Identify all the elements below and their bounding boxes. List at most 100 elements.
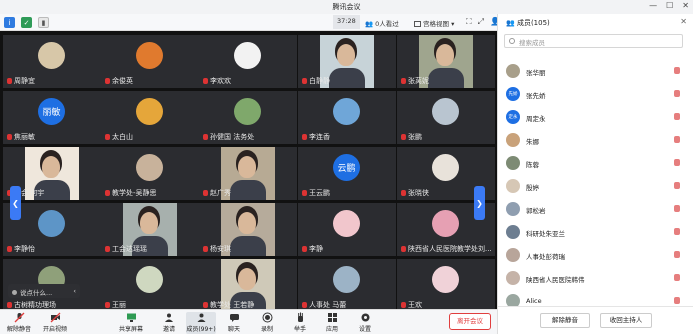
mic-muted-icon[interactable] [674,182,680,189]
video-tile[interactable]: 白静静 [298,35,396,88]
member-list-item[interactable]: 先娇 张先娇 [498,85,693,108]
expand-icon[interactable]: ⤢ [478,17,484,27]
video-tile[interactable]: 赵广秀 [199,147,297,200]
mic-muted-icon[interactable] [674,251,680,258]
mic-muted-icon[interactable] [674,205,680,212]
member-list-item[interactable]: 郭松岩 [498,200,693,223]
prev-page-button[interactable]: ❮ [10,186,21,220]
minimize-button[interactable]: — [649,1,657,10]
mic-muted-icon[interactable] [674,113,680,120]
viewer-count[interactable]: 👥 0人看过 [365,18,399,28]
video-tile[interactable]: 人事处 马蕾 [298,259,396,309]
member-name: 人事处彭荷瑞 [526,253,565,261]
close-button[interactable]: ✕ [682,1,689,10]
member-name: 张先娇 [526,92,546,100]
member-list-item[interactable]: 殷婷 [498,177,693,200]
mic-muted-icon[interactable] [674,297,680,304]
bottom-toolbar: 解除静音 开启视频 共享屏幕 邀请 成员(99+) 聊天 录制 举手 应用 设置… [0,309,497,334]
video-tile[interactable]: 教学处-吴静思 [101,147,199,200]
members-panel-title: 👥 成员(105) [506,19,550,27]
participant-name-text: 杨安琪 [210,245,231,253]
video-tile[interactable]: 王欢 [397,259,495,309]
mic-muted-icon[interactable] [674,67,680,74]
member-search-input[interactable]: 搜索成员 [504,34,683,48]
video-tile[interactable]: 工会达瑶瑶 [101,203,199,256]
video-tile[interactable]: 李欢欢 [199,35,297,88]
participant-name-text: 人事处 马蕾 [309,301,347,309]
participant-name-text: 李欢欢 [210,77,231,85]
video-tile[interactable]: 余俊英 [101,35,199,88]
video-tile[interactable]: 周静宜 [3,35,101,88]
unmute-all-button[interactable]: 解除静音 [540,313,590,328]
avatar [506,133,520,147]
participant-name: 杨安琪 [203,244,231,254]
video-tile[interactable]: 太白山 [101,91,199,144]
mic-muted-icon[interactable] [674,90,680,97]
member-list-item[interactable]: 朱娜 [498,131,693,154]
member-name: 殷婷 [526,184,539,192]
apps-grid-icon [327,313,337,322]
video-tile[interactable]: 云鹏 王云鹏 [298,147,396,200]
mic-muted-icon[interactable] [674,274,680,281]
mic-muted-icon [7,78,12,84]
member-list-item[interactable]: 科研处朱亚兰 [498,223,693,246]
reclaim-host-button[interactable]: 收回主持人 [600,313,652,328]
mic-muted-icon [401,134,406,140]
mic-muted-icon [7,302,12,308]
participant-name-text: 张鹏 [408,133,422,141]
member-list-item[interactable]: 定永 周定永 [498,108,693,131]
video-tile[interactable]: 张鹏 [397,91,495,144]
video-tile[interactable]: 孙健国 法务处 [199,91,297,144]
video-tile[interactable]: 张莴妮 [397,35,495,88]
record-button[interactable]: 录制 [257,312,277,334]
participant-name: 人事处 马蕾 [302,300,346,309]
participant-name: 王云鹏 [302,188,330,198]
raise-hand-button[interactable]: 举手 [290,312,310,334]
participant-body [230,180,266,200]
start-video-button[interactable]: 开启视频 [42,312,68,334]
member-list-item[interactable]: 陈蓉 [498,154,693,177]
member-list-item[interactable]: 人事处彭荷瑞 [498,246,693,269]
maximize-button[interactable]: ☐ [666,1,673,10]
fullscreen-icon[interactable]: ⛶ [466,17,472,27]
mic-muted-icon[interactable] [674,159,680,166]
leave-meeting-button[interactable]: 离开会议 [449,313,491,330]
participant-name-text: 古树精功理场 [14,301,56,309]
participant-name-text: 王云鹏 [309,189,330,197]
participant-name: 李连香 [302,132,330,142]
participant-name: 余俊英 [105,76,133,86]
video-tile[interactable]: 丽敏 焦丽敏 [3,91,101,144]
video-tile[interactable]: 李连香 [298,91,396,144]
signal-icon[interactable]: ▮ [38,17,49,28]
invite-button[interactable]: 邀请 [158,312,180,334]
video-tile[interactable]: 李静 [298,203,396,256]
info-icon[interactable]: i [4,17,15,28]
members-button[interactable]: 成员(99+) [186,312,216,334]
apps-button[interactable]: 应用 [322,312,342,334]
settings-button[interactable]: 设置 [355,312,375,334]
member-name: Alice [526,297,542,305]
chat-button[interactable]: 聊天 [224,312,244,334]
participant-name: 张晓侠 [401,188,429,198]
close-panel-icon[interactable]: ✕ [680,17,687,26]
participant-name-text: 周静宜 [14,77,35,85]
video-tile[interactable]: 杨安琪 [199,203,297,256]
mic-muted-icon [203,78,208,84]
share-screen-button[interactable]: 共享屏幕 [118,312,144,334]
participant-name: 李欢欢 [203,76,231,86]
next-page-button[interactable]: ❯ [474,186,485,220]
member-list-item[interactable]: 张华丽 [498,62,693,85]
participant-avatar [234,98,261,125]
mic-muted-icon [401,190,406,196]
mic-muted-icon[interactable] [674,228,680,235]
mic-muted-icon [14,312,24,323]
layout-view-select[interactable]: 宫格视图 ▾ [414,18,454,28]
unmute-button[interactable]: 解除静音 [6,312,32,334]
video-tile[interactable]: 王丽 [101,259,199,309]
video-tile[interactable]: 教学处 王若静 [199,259,297,309]
shield-icon[interactable]: ✓ [21,17,32,28]
mic-muted-icon[interactable] [674,136,680,143]
mic-muted-icon [401,302,406,308]
chat-input-pill[interactable]: 说点什么... ‹ [8,284,80,298]
member-list-item[interactable]: 陕西省人民医院韩伟 [498,269,693,292]
